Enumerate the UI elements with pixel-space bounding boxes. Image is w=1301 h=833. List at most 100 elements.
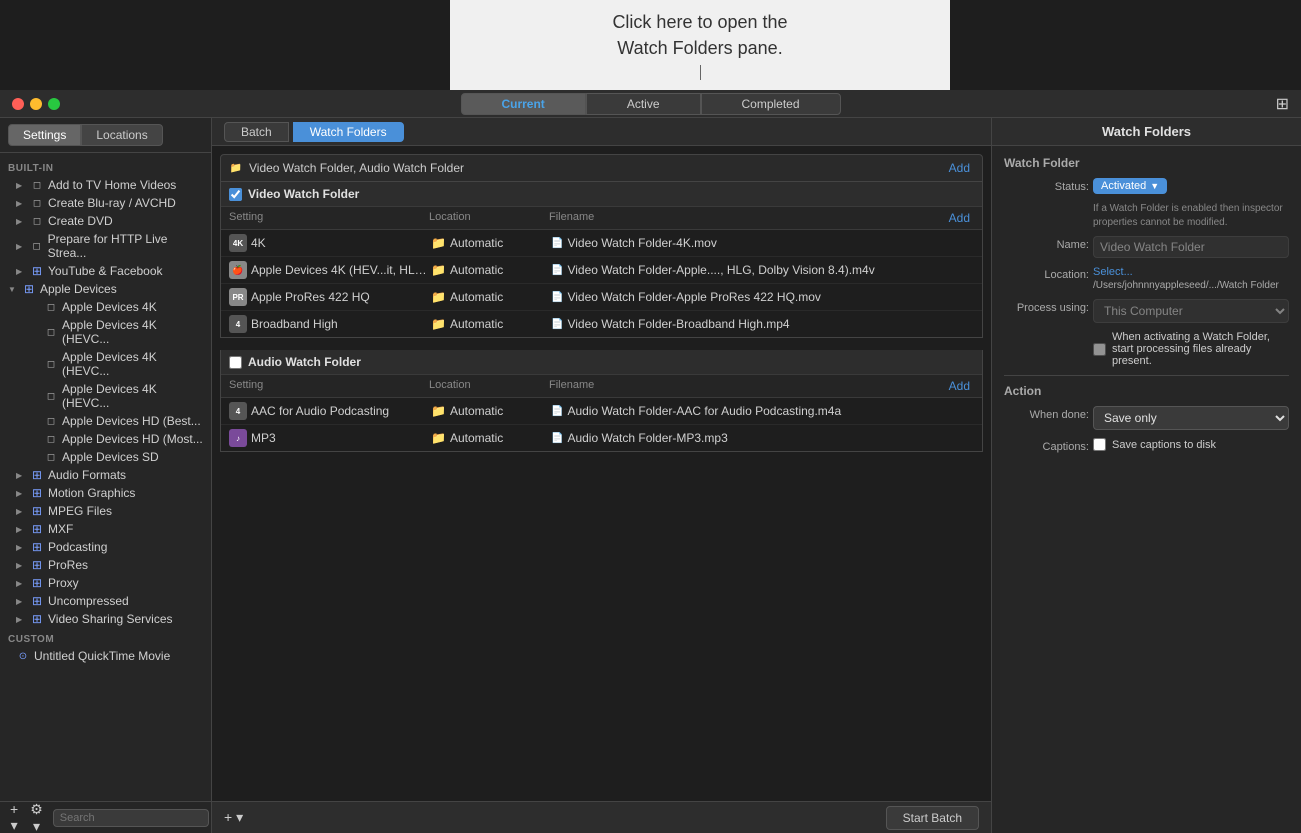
sidebar-item-label: Proxy bbox=[48, 576, 79, 590]
sidebar-item-apple-hevc3[interactable]: ◻ Apple Devices 4K (HEVC... bbox=[0, 380, 211, 412]
file-icon: 📄 bbox=[551, 406, 563, 417]
row-location: 📁 Automatic bbox=[431, 317, 551, 331]
sidebar-item-dvd[interactable]: ▶ ◻ Create DVD bbox=[0, 212, 211, 230]
folder-icon: 📁 bbox=[431, 290, 446, 304]
search-input[interactable] bbox=[53, 809, 209, 827]
sidebar-item-audio-formats[interactable]: ▶ ⊞ Audio Formats bbox=[0, 466, 211, 484]
audio-folder-checkbox[interactable] bbox=[229, 356, 242, 369]
close-button[interactable] bbox=[12, 98, 24, 110]
sidebar-settings-tab[interactable]: Settings bbox=[8, 124, 81, 146]
tooltip-line2: Watch Folders pane. bbox=[617, 36, 782, 61]
tab-watch-folders[interactable]: Watch Folders bbox=[293, 122, 404, 142]
audio-row-mp3[interactable]: ♪ MP3 📁 Automatic 📄 Audio Watch Folder-M… bbox=[221, 425, 982, 451]
name-row: Name: bbox=[1004, 236, 1289, 258]
location-select-link[interactable]: Select... bbox=[1093, 266, 1133, 278]
process-hint-container: When activating a Watch Folder, start pr… bbox=[1093, 331, 1289, 367]
group-icon: ⊞ bbox=[30, 504, 44, 518]
row-filename: 📄 Audio Watch Folder-MP3.mp3 bbox=[551, 431, 974, 445]
icon-aac: 4 bbox=[229, 402, 247, 420]
audio-row-aac[interactable]: 4 AAC for Audio Podcasting 📁 Automatic 📄… bbox=[221, 398, 982, 425]
sidebar-item-video-sharing[interactable]: ▶ ⊞ Video Sharing Services bbox=[0, 610, 211, 628]
sidebar-locations-tab[interactable]: Locations bbox=[81, 124, 162, 146]
maximize-button[interactable] bbox=[48, 98, 60, 110]
doc-icon: ◻ bbox=[44, 432, 58, 446]
audio-folder-title: Audio Watch Folder bbox=[248, 355, 974, 369]
sidebar-item-apple-hd-best[interactable]: ◻ Apple Devices HD (Best... bbox=[0, 412, 211, 430]
sidebar-item-apple-sd[interactable]: ◻ Apple Devices SD bbox=[0, 448, 211, 466]
sidebar-item-label: Untitled QuickTime Movie bbox=[34, 649, 170, 663]
captions-checkbox[interactable] bbox=[1093, 438, 1106, 451]
sidebar: Settings Locations BUILT-IN ▶ ◻ Add to T… bbox=[0, 118, 212, 833]
sidebar-item-label: YouTube & Facebook bbox=[48, 264, 163, 278]
sidebar-item-bluray[interactable]: ▶ ◻ Create Blu-ray / AVCHD bbox=[0, 194, 211, 212]
tab-current[interactable]: Current bbox=[460, 93, 585, 115]
sidebar-item-label: Uncompressed bbox=[48, 594, 129, 608]
video-row-broadband[interactable]: 4 Broadband High 📁 Automatic 📄 Video Wat… bbox=[221, 311, 982, 337]
doc-icon: ◻ bbox=[30, 239, 44, 253]
icon-broad: 4 bbox=[229, 315, 247, 333]
sidebar-item-youtube[interactable]: ▶ ⊞ YouTube & Facebook bbox=[0, 262, 211, 280]
file-icon: 📄 bbox=[551, 265, 563, 276]
doc-icon: ◻ bbox=[44, 300, 58, 314]
col-setting-header: Setting bbox=[229, 379, 429, 393]
audio-folder-table-header: Setting Location Filename Add bbox=[221, 375, 982, 398]
row-filename: 📄 Video Watch Folder-4K.mov bbox=[551, 236, 974, 250]
row-filename: 📄 Audio Watch Folder-AAC for Audio Podca… bbox=[551, 404, 974, 418]
doc-icon: ◻ bbox=[30, 214, 44, 228]
audio-folder-add-button[interactable]: Add bbox=[945, 379, 974, 393]
sidebar-item-mpeg[interactable]: ▶ ⊞ MPEG Files bbox=[0, 502, 211, 520]
process-hint-checkbox[interactable] bbox=[1093, 343, 1106, 356]
sidebar-item-untitled-qt[interactable]: ⊙ Untitled QuickTime Movie bbox=[0, 647, 211, 665]
audio-watch-folder-section: Audio Watch Folder Setting Location File… bbox=[220, 350, 983, 452]
sidebar-item-apple-hevc1[interactable]: ◻ Apple Devices 4K (HEVC... bbox=[0, 316, 211, 348]
folder-icon: 📁 bbox=[431, 317, 446, 331]
video-row-prores[interactable]: PR Apple ProRes 422 HQ 📁 Automatic 📄 Vid… bbox=[221, 284, 982, 311]
sidebar-item-apple-devices[interactable]: ▼ ⊞ Apple Devices bbox=[0, 280, 211, 298]
video-row-apple[interactable]: 🍎 Apple Devices 4K (HEV...it, HLG, Dolby… bbox=[221, 257, 982, 284]
watch-group-add-button[interactable]: Add bbox=[945, 161, 974, 175]
sidebar-item-apple-hd-most[interactable]: ◻ Apple Devices HD (Most... bbox=[0, 430, 211, 448]
expand-icon: ▶ bbox=[16, 489, 26, 498]
sidebar-item-label: Prepare for HTTP Live Strea... bbox=[48, 232, 203, 260]
sidebar-item-apple-4k[interactable]: ◻ Apple Devices 4K bbox=[0, 298, 211, 316]
layout-icon[interactable]: ⊞ bbox=[1276, 94, 1289, 114]
start-batch-button[interactable]: Start Batch bbox=[886, 806, 979, 830]
sidebar-item-label: Apple Devices SD bbox=[62, 450, 159, 464]
tab-completed[interactable]: Completed bbox=[701, 93, 841, 115]
col-setting-header: Setting bbox=[229, 211, 429, 225]
status-label: Status: bbox=[1004, 178, 1089, 193]
sidebar-item-label: Apple Devices 4K (HEVC... bbox=[62, 318, 203, 346]
sidebar-item-proxy[interactable]: ▶ ⊞ Proxy bbox=[0, 574, 211, 592]
video-folder-checkbox[interactable] bbox=[229, 188, 242, 201]
col-add-header: Add bbox=[934, 379, 974, 393]
add-item-button[interactable]: + ▾ bbox=[224, 809, 243, 826]
doc-icon: ◻ bbox=[44, 450, 58, 464]
location-top: Select... bbox=[1093, 266, 1289, 278]
video-folder-add-button[interactable]: Add bbox=[945, 211, 974, 225]
row-filename-text: Video Watch Folder-Apple ProRes 422 HQ.m… bbox=[567, 290, 820, 304]
expand-icon: ▶ bbox=[16, 579, 26, 588]
minimize-button[interactable] bbox=[30, 98, 42, 110]
name-input[interactable] bbox=[1093, 236, 1289, 258]
expand-icon: ▶ bbox=[16, 507, 26, 516]
sidebar-item-label: Create DVD bbox=[48, 214, 113, 228]
video-row-4k[interactable]: 4K 4K 📁 Automatic 📄 Video Watch Folder-4… bbox=[221, 230, 982, 257]
sidebar-item-apple-hevc2[interactable]: ◻ Apple Devices 4K (HEVC... bbox=[0, 348, 211, 380]
sidebar-item-http[interactable]: ▶ ◻ Prepare for HTTP Live Strea... bbox=[0, 230, 211, 262]
add-button[interactable]: + ▾ bbox=[8, 801, 20, 833]
location-row: Location: Select... /Users/johnnnyapples… bbox=[1004, 266, 1289, 291]
sidebar-item-label: Apple Devices HD (Best... bbox=[62, 414, 201, 428]
sidebar-item-podcasting[interactable]: ▶ ⊞ Podcasting bbox=[0, 538, 211, 556]
sidebar-item-add-tv[interactable]: ▶ ◻ Add to TV Home Videos bbox=[0, 176, 211, 194]
sidebar-item-mxf[interactable]: ▶ ⊞ MXF bbox=[0, 520, 211, 538]
process-select[interactable]: This Computer bbox=[1093, 299, 1289, 323]
gear-button[interactable]: ⚙ ▾ bbox=[28, 801, 45, 833]
when-done-select[interactable]: Save only bbox=[1093, 406, 1289, 430]
tab-active[interactable]: Active bbox=[586, 93, 701, 115]
tab-batch[interactable]: Batch bbox=[224, 122, 289, 142]
video-folder-table-header: Setting Location Filename Add bbox=[221, 207, 982, 230]
row-setting: Broadband High bbox=[251, 317, 431, 331]
sidebar-item-uncompressed[interactable]: ▶ ⊞ Uncompressed bbox=[0, 592, 211, 610]
sidebar-item-prores[interactable]: ▶ ⊞ ProRes bbox=[0, 556, 211, 574]
sidebar-item-motion-graphics[interactable]: ▶ ⊞ Motion Graphics bbox=[0, 484, 211, 502]
